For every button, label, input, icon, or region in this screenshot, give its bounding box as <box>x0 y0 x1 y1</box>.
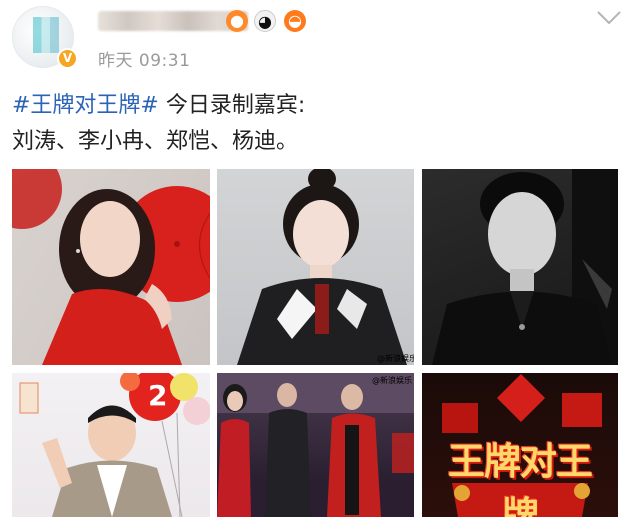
chevron-down-icon[interactable] <box>596 10 622 26</box>
image-2-watermark: @新浪娱乐 <box>377 353 414 363</box>
image-grid: @新浪娱乐 2 @新浪娱乐 王牌对王牌 <box>12 169 618 517</box>
image-2-art: @新浪娱乐 <box>237 169 414 365</box>
image-4-art: 2 <box>19 373 210 517</box>
image-1[interactable] <box>12 169 210 365</box>
image-5-art: @新浪娱乐 <box>217 373 414 517</box>
image-3[interactable] <box>422 169 618 365</box>
verified-badge: V <box>57 48 78 69</box>
avatar-pixelated-face <box>33 17 59 53</box>
post-text: #王牌对王牌# 今日录制嘉宾: 刘涛、李小冉、郑恺、杨迪。 <box>12 88 622 160</box>
image-6[interactable]: 王牌对王牌 <box>422 373 618 517</box>
post-line-1-text: 今日录制嘉宾: <box>158 93 306 118</box>
image-5[interactable]: @新浪娱乐 <box>217 373 414 517</box>
image-1-art <box>12 169 210 365</box>
image-4[interactable]: 2 <box>12 373 210 517</box>
balloon-number: 2 <box>148 379 167 412</box>
username[interactable]: ● ◕ ◒ <box>98 8 318 34</box>
image-5-watermark: @新浪娱乐 <box>372 375 412 385</box>
post-line-1: #王牌对王牌# 今日录制嘉宾: <box>12 88 622 124</box>
hashtag-link[interactable]: #王牌对王牌# <box>12 93 159 118</box>
panda-icon: ◕ <box>254 10 276 32</box>
show-logo: 王牌对王牌 <box>448 439 593 517</box>
image-3-art <box>432 169 618 365</box>
image-2[interactable]: @新浪娱乐 <box>217 169 414 365</box>
lantern-icon: ● <box>226 10 248 32</box>
post-line-2: 刘涛、李小冉、郑恺、杨迪。 <box>12 129 299 154</box>
post-timestamp: 昨天 09:31 <box>98 51 191 71</box>
hotpot-icon: ◒ <box>284 10 306 32</box>
